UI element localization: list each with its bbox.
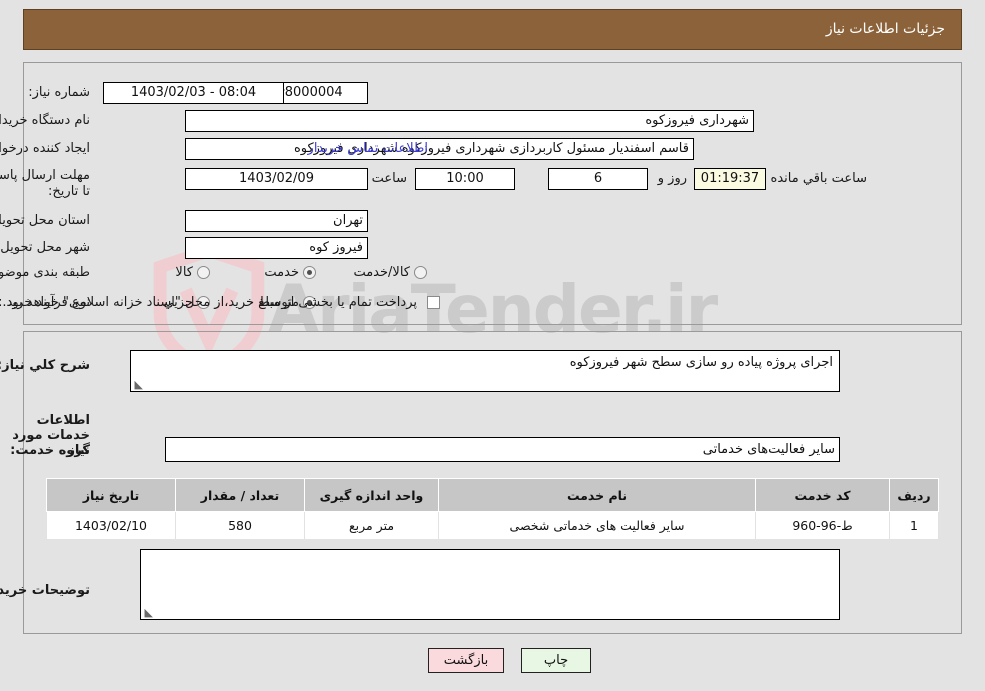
remaining-days-field[interactable]: 6: [548, 168, 648, 190]
remaining-time-label: ساعت باقي مانده: [770, 171, 867, 186]
requester-field[interactable]: قاسم اسفندیار مسئول کاربردازی شهرداری فی…: [185, 138, 694, 160]
print-button[interactable]: چاپ: [521, 648, 591, 673]
cell-unit: متر مربع: [304, 511, 439, 540]
need-number-label: شماره نیاز:: [28, 85, 90, 100]
deadline-label: مهلت ارسال پاسخ: تا تاریخ:: [0, 168, 90, 199]
col-quantity: تعداد / مقدار: [175, 478, 305, 512]
services-table-wrapper: ردیف کد خدمت نام خدمت واحد اندازه گیری ت…: [46, 478, 939, 540]
subject-category-label: طبقه بندی موضوعی:: [0, 265, 90, 280]
announce-datetime-field[interactable]: 08:04 - 1403/02/03: [103, 82, 284, 104]
checkbox-treasury-icon[interactable]: [427, 296, 440, 309]
radio-khedmat-icon[interactable]: [303, 266, 316, 279]
general-description-label: شرح کلي نیاز:: [0, 358, 90, 373]
category-option-khedmat-label: خدمت: [264, 265, 299, 280]
general-description-textarea[interactable]: اجرای پروژه پیاده رو سازی سطح شهر فیروزک…: [130, 350, 840, 392]
buyer-contact-link[interactable]: اطلاعات تماس خریدار: [308, 141, 428, 156]
remaining-time-field: 01:19:37: [694, 168, 766, 190]
buyer-notes-label: توضیحات خریدار:: [0, 583, 90, 598]
col-code: کد خدمت: [755, 478, 890, 512]
page-title: جزئیات اطلاعات نیاز: [825, 21, 945, 37]
buyer-org-label: نام دستگاه خریدار:: [0, 113, 90, 128]
category-option-kala-khedmat-label: کالا/خدمت: [353, 265, 410, 280]
remaining-days-label: روز و: [657, 171, 687, 186]
requester-label: ایجاد کننده درخواست:: [0, 141, 90, 156]
delivery-city-field[interactable]: فیروز کوه: [185, 237, 368, 259]
treasury-bonds-label: پرداخت تمام یا بخشی از مبلغ خرید،از محل …: [2, 295, 417, 310]
table-header-row: ردیف کد خدمت نام خدمت واحد اندازه گیری ت…: [46, 478, 939, 512]
category-option-kala-label: کالا: [175, 265, 193, 280]
cell-index: 1: [889, 511, 939, 540]
resize-grip-icon[interactable]: ◣: [133, 379, 143, 390]
cell-code: ط-96-960: [755, 511, 890, 540]
back-button[interactable]: بازگشت: [428, 648, 504, 673]
service-group-label: گروه خدمت:: [10, 443, 90, 458]
cell-quantity: 580: [175, 511, 305, 540]
col-need-date: تاریخ نیاز: [46, 478, 176, 512]
delivery-province-label: استان محل تحویل:: [0, 213, 90, 228]
category-option-khedmat[interactable]: خدمت: [250, 265, 316, 280]
delivery-city-label: شهر محل تحویل:: [0, 240, 90, 255]
cell-need-date: 1403/02/10: [46, 511, 176, 540]
col-index: ردیف: [889, 478, 939, 512]
col-name: نام خدمت: [438, 478, 756, 512]
category-option-kala[interactable]: کالا: [161, 265, 210, 280]
radio-kala-icon[interactable]: [197, 266, 210, 279]
deadline-hour-field[interactable]: 10:00: [415, 168, 515, 190]
page-header: جزئیات اطلاعات نیاز: [23, 9, 962, 50]
resize-grip-icon-notes[interactable]: ◣: [143, 607, 153, 618]
treasury-bonds-checkbox-row[interactable]: پرداخت تمام یا بخشی از مبلغ خرید،از محل …: [2, 295, 440, 310]
cell-name: سایر فعالیت های خدماتی شخصی: [438, 511, 756, 540]
general-description-text: اجرای پروژه پیاده رو سازی سطح شهر فیروزک…: [569, 355, 833, 370]
deadline-hour-label: ساعت: [371, 171, 407, 186]
services-table: ردیف کد خدمت نام خدمت واحد اندازه گیری ت…: [46, 478, 939, 540]
delivery-province-field[interactable]: تهران: [185, 210, 368, 232]
radio-kala-khedmat-icon[interactable]: [414, 266, 427, 279]
buyer-notes-textarea[interactable]: ◣: [140, 549, 840, 620]
page-root: AriaTender.ir جزئیات اطلاعات نیاز شماره …: [0, 0, 985, 691]
table-row[interactable]: 1 ط-96-960 سایر فعالیت های خدماتی شخصی م…: [46, 511, 939, 540]
service-group-field[interactable]: سایر فعالیت‌های خدماتی: [165, 437, 840, 462]
category-option-kala-khedmat[interactable]: کالا/خدمت: [339, 265, 427, 280]
col-unit: واحد اندازه گیری: [304, 478, 439, 512]
deadline-date-field[interactable]: 1403/02/09: [185, 168, 368, 190]
buyer-org-field[interactable]: شهرداری فیروزکوه: [185, 110, 754, 132]
